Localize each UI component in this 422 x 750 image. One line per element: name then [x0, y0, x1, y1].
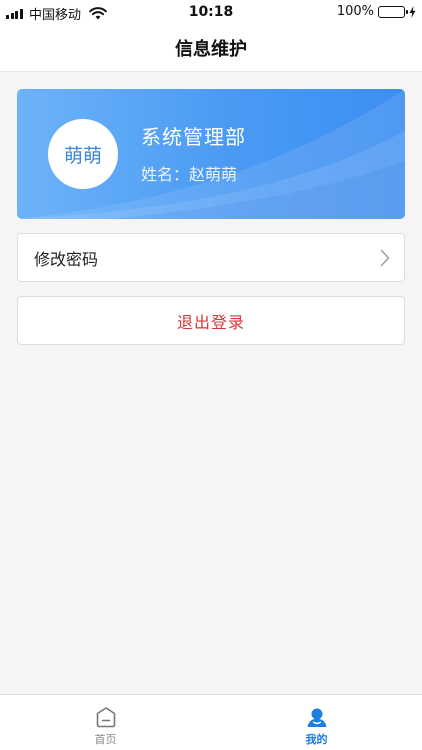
nav-bar: 信息维护 — [0, 24, 422, 72]
status-right: 100% — [337, 4, 416, 19]
page-title: 信息维护 — [175, 38, 247, 60]
tab-home[interactable]: 首页 — [0, 695, 211, 750]
profile-card: 萌萌 系统管理部 姓名：赵萌萌 — [17, 89, 405, 219]
tab-mine-label: 我的 — [305, 733, 328, 746]
user-name: 姓名：赵萌萌 — [141, 165, 238, 184]
user-icon — [307, 708, 326, 727]
department-name: 系统管理部 — [141, 125, 246, 149]
logout-label: 退出登录 — [176, 312, 245, 332]
charging-icon — [409, 5, 416, 18]
logout-button[interactable]: 退出登录 — [17, 296, 405, 345]
chevron-right-icon — [380, 249, 390, 267]
tab-bar: 首页 我的 — [0, 694, 422, 750]
status-bar: 中国移动 10:18 100% — [0, 0, 422, 24]
change-password-button[interactable]: 修改密码 — [17, 233, 405, 282]
tab-home-label: 首页 — [94, 733, 117, 746]
avatar-text: 萌萌 — [63, 144, 102, 167]
change-password-label: 修改密码 — [34, 249, 99, 269]
battery-icon — [378, 5, 408, 18]
avatar: 萌萌 — [48, 119, 118, 189]
home-icon — [96, 707, 115, 728]
battery-percent: 100% — [336, 4, 374, 19]
tab-mine[interactable]: 我的 — [211, 695, 422, 750]
